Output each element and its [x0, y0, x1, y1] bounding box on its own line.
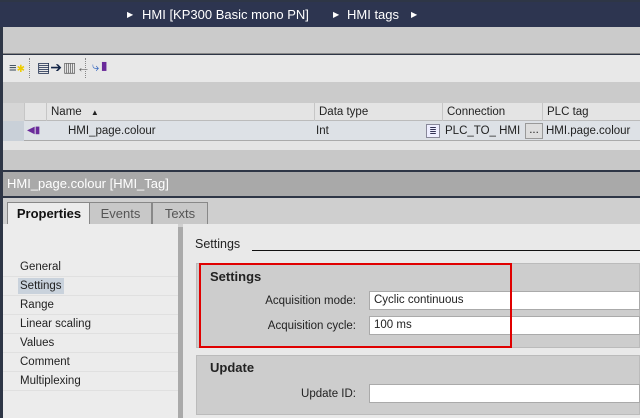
nav-general[interactable]: General — [3, 258, 178, 277]
table-header: Name ▲ Data type Connection PLC tag — [3, 103, 640, 121]
property-nav: General Settings Range Linear scaling Va… — [3, 224, 178, 418]
table-row[interactable]: ◀▮ HMI_page.colour Int ≣ PLC_TO_ HMI ...… — [3, 121, 640, 141]
nav-multiplexing[interactable]: Multiplexing — [3, 372, 178, 391]
tab-events[interactable]: Events — [89, 202, 152, 224]
nav-settings[interactable]: Settings — [3, 277, 178, 296]
update-id-input[interactable] — [369, 384, 640, 403]
band — [3, 82, 640, 103]
import-icon[interactable]: ▥← — [63, 59, 90, 76]
chevron-right-icon: ▶ — [333, 10, 340, 19]
highlight-box — [199, 263, 512, 348]
nav-values[interactable]: Values — [3, 334, 178, 353]
breadcrumb-item[interactable]: HMI [KP300 Basic mono PN] — [142, 2, 309, 27]
data-type-cell[interactable]: Int — [316, 121, 329, 141]
chevron-right-icon: ▶ — [411, 10, 418, 19]
browse-button[interactable]: ... — [525, 123, 543, 139]
nav-comment[interactable]: Comment — [3, 353, 178, 372]
nav-linear-scaling[interactable]: Linear scaling — [3, 315, 178, 334]
column-name[interactable]: Name ▲ — [46, 103, 314, 121]
add-tag-icon[interactable]: ≡✱ — [9, 60, 25, 75]
column-data-type[interactable]: Data type — [314, 103, 442, 121]
tab-texts[interactable]: Texts — [152, 202, 208, 224]
toolbar: ≡✱ ▤➔ ▥← ⤷▮ — [3, 55, 640, 82]
band — [3, 141, 640, 150]
plc-tag-cell[interactable]: HMI.page.colour — [546, 121, 630, 141]
separator — [85, 58, 86, 78]
update-id-label: Update ID: — [301, 388, 356, 400]
sort-asc-icon: ▲ — [90, 108, 99, 117]
breadcrumb-item[interactable]: HMI tags — [347, 2, 399, 27]
breadcrumb: ▶ HMI [KP300 Basic mono PN] ▶ HMI tags ▶ — [0, 2, 640, 27]
column-connection[interactable]: Connection — [442, 103, 542, 121]
connection-cell[interactable]: PLC_TO_ HMI — [445, 121, 520, 141]
update-heading: Update — [210, 360, 255, 375]
tag-link-icon[interactable]: ⤷▮ — [92, 59, 109, 75]
tag-name-cell[interactable]: HMI_page.colour — [68, 121, 156, 141]
column-plc-tag[interactable]: PLC tag — [542, 103, 640, 121]
hmi-tag-icon: ◀▮ — [27, 125, 41, 136]
list-icon[interactable]: ≣ — [426, 124, 440, 138]
nav-range[interactable]: Range — [3, 296, 178, 315]
divider — [252, 250, 640, 251]
band — [3, 27, 640, 54]
tab-properties[interactable]: Properties — [7, 202, 91, 225]
chevron-right-icon: ▶ — [127, 10, 134, 19]
inspector-title: HMI_page.colour [HMI_Tag] — [3, 172, 640, 196]
section-title: Settings — [195, 237, 241, 251]
separator — [29, 58, 30, 78]
band — [3, 150, 640, 170]
export-icon[interactable]: ▤➔ — [37, 59, 62, 76]
